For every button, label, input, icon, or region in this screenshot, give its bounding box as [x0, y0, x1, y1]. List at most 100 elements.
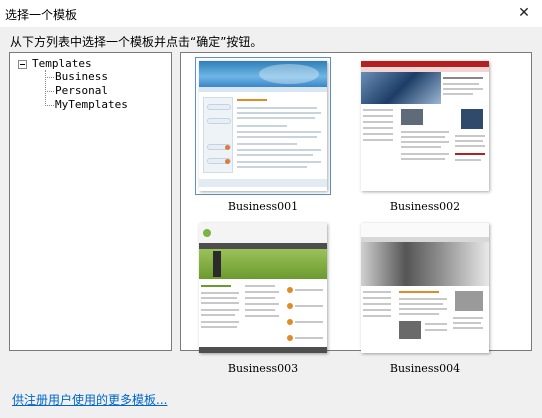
template-business002[interactable]: Business002: [357, 57, 493, 217]
tree-branch-line: [45, 105, 54, 106]
template-business003[interactable]: Business003: [195, 219, 331, 379]
more-templates-link[interactable]: 供注册用户使用的更多模板...: [12, 391, 167, 408]
thumb-footer: [199, 179, 327, 187]
thumb-text-line: [455, 140, 483, 142]
thumb-main-text: [237, 97, 323, 173]
thumb-text-line: [245, 309, 275, 311]
thumb-text-line: [363, 309, 391, 311]
thumb-text-line: [237, 149, 321, 151]
template-caption: Business001: [227, 200, 299, 213]
thumb-left-column: [363, 107, 397, 167]
thumb-text-line: [443, 88, 483, 90]
thumb-text-line: [201, 314, 235, 316]
thumb-text-line: [363, 315, 391, 317]
thumb-text-line: [245, 285, 275, 287]
thumb-side-box: [207, 104, 231, 110]
thumb-right-column: [285, 283, 325, 345]
tree-item-label: Business: [55, 70, 108, 83]
thumb-left-column: [363, 289, 395, 349]
thumb-text-line: [401, 153, 449, 155]
thumb-middle-column: [245, 283, 281, 343]
thumb-text-line: [201, 309, 239, 311]
thumb-text-line: [237, 154, 313, 156]
thumb-text-line: [237, 131, 321, 133]
window-title: 选择一个模板: [5, 8, 78, 22]
thumb-text-line: [237, 166, 307, 168]
thumb-text-line: [399, 303, 443, 305]
thumb-text-line: [245, 315, 279, 317]
thumb-text-line: [401, 158, 445, 160]
thumb-side-box: [207, 118, 231, 124]
thumb-text-line: [245, 297, 275, 299]
thumb-orange-dot: [287, 287, 293, 293]
thumb-text-line: [455, 145, 485, 147]
thumb-right-column: [455, 107, 487, 187]
template-business001[interactable]: Business001: [195, 57, 331, 217]
thumb-text-line: [443, 93, 473, 95]
thumb-text-line: [401, 146, 441, 148]
thumb-heading-line: [455, 153, 485, 155]
template-thumbnail: [199, 223, 327, 353]
thumb-orange-dot: [287, 303, 293, 309]
thumb-text-line: [295, 337, 323, 339]
thumb-heading-line: [237, 99, 267, 101]
collapse-minus-icon[interactable]: [18, 60, 27, 69]
tree-root-label: Templates: [32, 57, 92, 70]
thumb-header-banner: [199, 61, 327, 87]
template-caption: Business003: [227, 362, 299, 375]
thumb-text-line: [201, 292, 239, 294]
close-icon[interactable]: ✕: [514, 4, 534, 22]
tree-item-label: MyTemplates: [55, 98, 128, 111]
thumb-text-line: [363, 109, 393, 111]
thumb-hero-image: [361, 242, 489, 286]
thumb-right-column: [453, 289, 487, 349]
thumb-text-line: [295, 305, 323, 307]
thumb-footer: [199, 347, 327, 353]
thumb-text-line: [201, 302, 239, 304]
thumb-text-line: [363, 297, 391, 299]
thumb-header: [199, 223, 327, 243]
thumb-middle-column: [399, 289, 449, 349]
thumb-sidebar: [203, 97, 233, 173]
thumb-text-line: [201, 297, 237, 299]
template-caption: Business004: [389, 362, 461, 375]
template-thumbnail: [361, 223, 489, 353]
thumb-text-line: [237, 143, 297, 145]
thumb-text-line: [237, 136, 317, 138]
thumb-text-line: [443, 77, 483, 79]
template-category-tree[interactable]: Templates Business Personal MyTemplates: [9, 52, 172, 351]
template-business004[interactable]: Business004: [357, 219, 493, 379]
thumb-text-line: [237, 117, 315, 119]
thumb-left-column: [201, 283, 241, 343]
thumb-text-line: [363, 133, 393, 135]
thumb-text-line: [453, 317, 483, 319]
thumb-nav-bar: [199, 87, 327, 92]
thumb-text-line: [399, 313, 439, 315]
thumb-text-line: [237, 125, 287, 127]
instruction-text: 从下方列表中选择一个模板并点击“确定”按钮。: [10, 35, 263, 49]
thumb-text-line: [401, 131, 449, 133]
thumb-orange-dot: [225, 159, 230, 164]
thumb-text-line: [363, 139, 393, 141]
thumb-text-line: [363, 121, 393, 123]
thumb-text-line: [401, 141, 449, 143]
title-bar: 选择一个模板 ✕: [0, 0, 542, 27]
thumb-text-line: [453, 327, 483, 329]
thumb-orange-dot: [287, 319, 293, 325]
thumb-text-line: [245, 303, 279, 305]
thumb-text-line: [455, 159, 481, 161]
thumb-text-line: [201, 321, 239, 323]
template-thumbnail: [361, 61, 489, 191]
thumb-photo: [399, 321, 421, 339]
thumb-text-line: [399, 298, 447, 300]
thumb-text-line: [295, 321, 323, 323]
thumb-text-line: [245, 291, 279, 293]
thumb-text-line: [295, 289, 323, 291]
template-gallery[interactable]: Business001 Business002 Business003 Busi…: [180, 52, 532, 375]
tree-item-label: Personal: [55, 84, 108, 97]
tree-branch-line: [45, 77, 54, 78]
thumb-photo: [455, 291, 483, 311]
thumb-text-line: [237, 112, 321, 114]
thumb-photo: [401, 109, 423, 125]
thumb-text-line: [363, 291, 391, 293]
